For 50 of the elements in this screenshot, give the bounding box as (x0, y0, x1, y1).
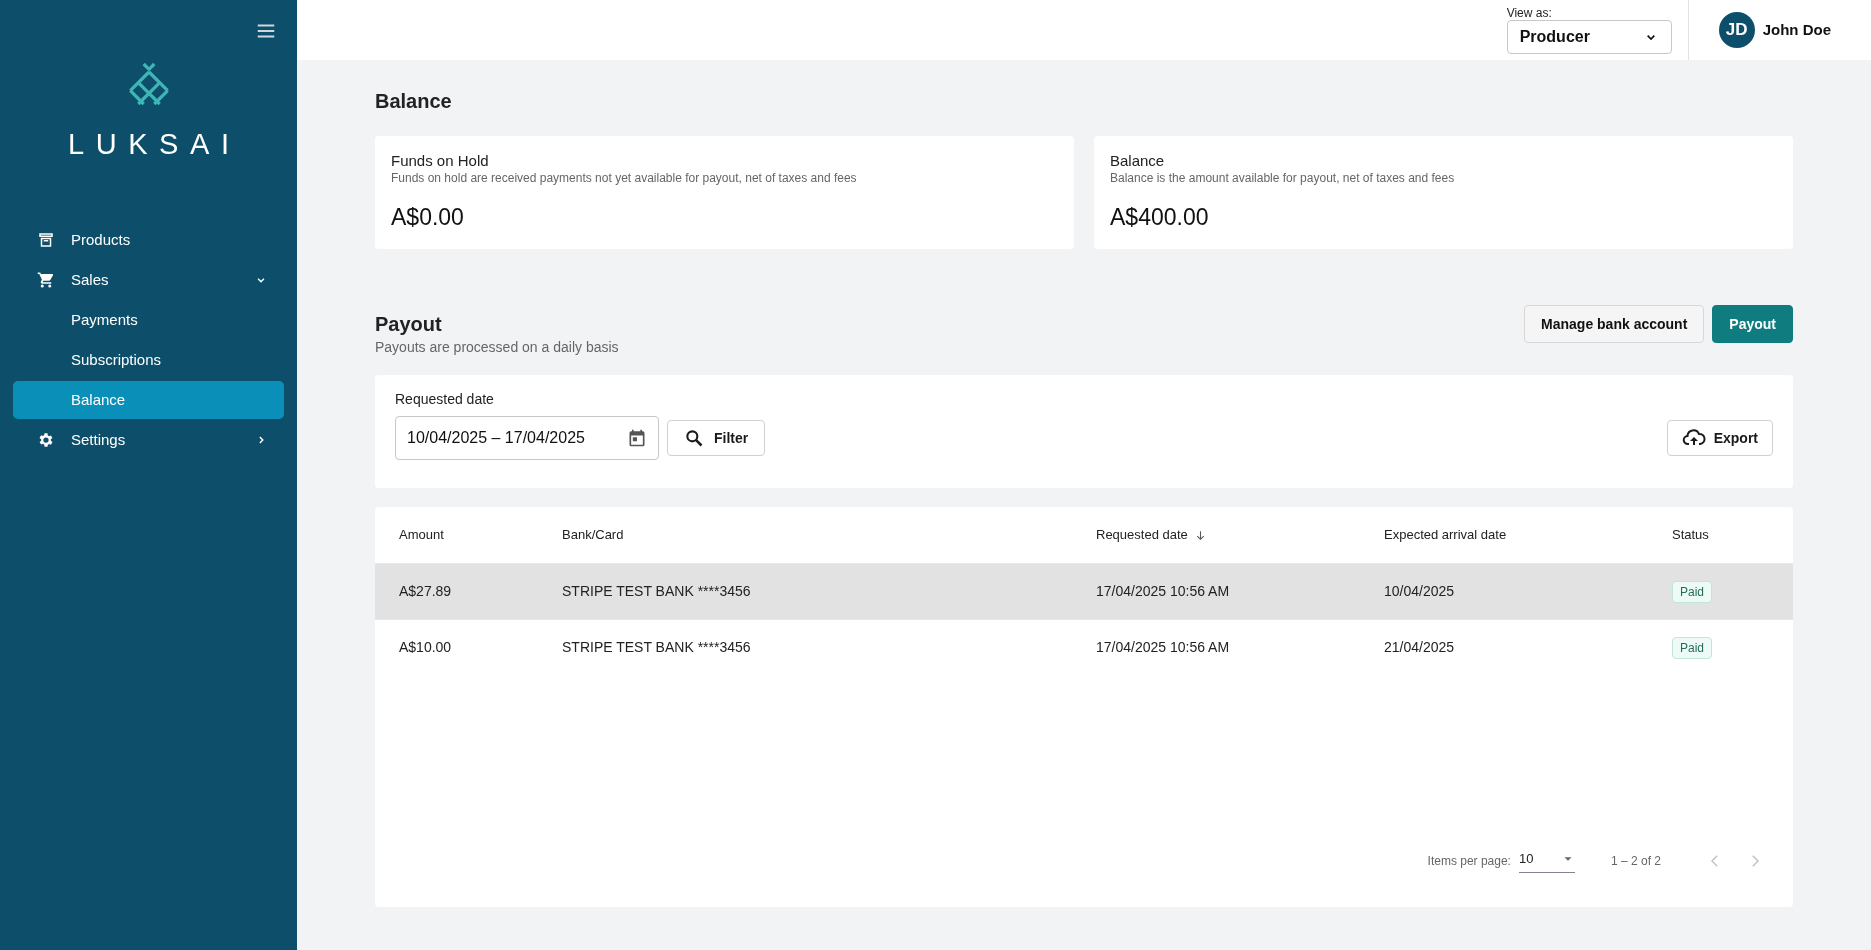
card-description: Balance is the amount available for payout, net of taxes and fees (1110, 170, 1456, 186)
column-header[interactable]: Requested date (1096, 525, 1384, 545)
table-cell-text: STRIPE TEST BANK ****3456 (562, 638, 752, 657)
date-range-field[interactable]: 10/04/2025 – 17/04/2025 (395, 416, 659, 460)
sidebar-item[interactable]: Sales (13, 261, 284, 299)
table-cell-text: STRIPE TEST BANK ****3456 (562, 582, 752, 601)
amount-value: A$0.00 (391, 203, 465, 232)
export-button[interactable]: Export (1666, 420, 1773, 456)
section-title: Balance (375, 89, 453, 114)
field-label: Requested date (395, 390, 495, 409)
payout-button[interactable]: Payout (1712, 305, 1793, 343)
view-as-dropdown[interactable]: Producer (1506, 20, 1672, 54)
manage-bank-account-button[interactable]: Manage bank account (1524, 305, 1705, 343)
column-header[interactable]: Expected arrival date (1384, 525, 1672, 545)
status-label: Paid (1672, 636, 1713, 659)
card-title: Balance (1110, 152, 1166, 170)
table-cell-text: 10/04/2025 (1384, 582, 1456, 601)
sidebar-item[interactable]: Products (13, 221, 284, 259)
table-cell-text: A$27.89 (399, 582, 453, 601)
sidebar-subitem[interactable]: Payments (13, 301, 284, 339)
section-subtitle: Payouts are processed on a daily basis (375, 338, 619, 357)
sidebar-subitem[interactable]: Subscriptions (13, 341, 284, 379)
filter-button[interactable]: Filter (667, 420, 766, 456)
page-range: 1 – 2 of 2 (1610, 853, 1661, 870)
gear-icon (37, 431, 55, 449)
items-per-page-label: Items per page: (1427, 853, 1511, 870)
table-cell-text: 21/04/2025 (1384, 638, 1456, 657)
items-per-page-dropdown[interactable]: 10 (1518, 849, 1575, 873)
card-description: Funds on hold are received payments not yet available for payout, net of taxes and fees (391, 170, 858, 186)
archive-box-icon (37, 231, 55, 249)
table-cell-text: A$10.00 (399, 638, 453, 657)
cart-icon (37, 271, 55, 289)
user-name: John Doe (1762, 19, 1831, 40)
sidebar-item[interactable]: Settings (13, 421, 284, 459)
table-cell-text: 17/04/2025 10:56 AM (1096, 582, 1231, 601)
card-title: Funds on Hold (391, 152, 490, 170)
section-title: Payout (375, 312, 443, 337)
logo-text: LUKSAI (66, 130, 241, 159)
column-header[interactable]: Amount (399, 525, 562, 545)
amount-value: A$400.00 (1110, 203, 1210, 232)
column-header[interactable]: Status (1672, 525, 1769, 545)
search-icon (684, 428, 704, 448)
view-as-label: View as: (1506, 6, 1553, 20)
column-header[interactable]: Bank/Card (562, 525, 1096, 545)
table-cell-text: 17/04/2025 10:56 AM (1096, 638, 1231, 657)
avatar[interactable]: JD (1718, 12, 1755, 48)
status-label: Paid (1672, 580, 1713, 603)
sidebar-subitem[interactable]: Balance (13, 381, 284, 419)
table-row[interactable]: A$27.89 STRIPE TEST BANK ****3456 17/04/2025 10:56 AM 10/04/2025 Paid (375, 563, 1793, 619)
calendar-icon (627, 428, 647, 448)
